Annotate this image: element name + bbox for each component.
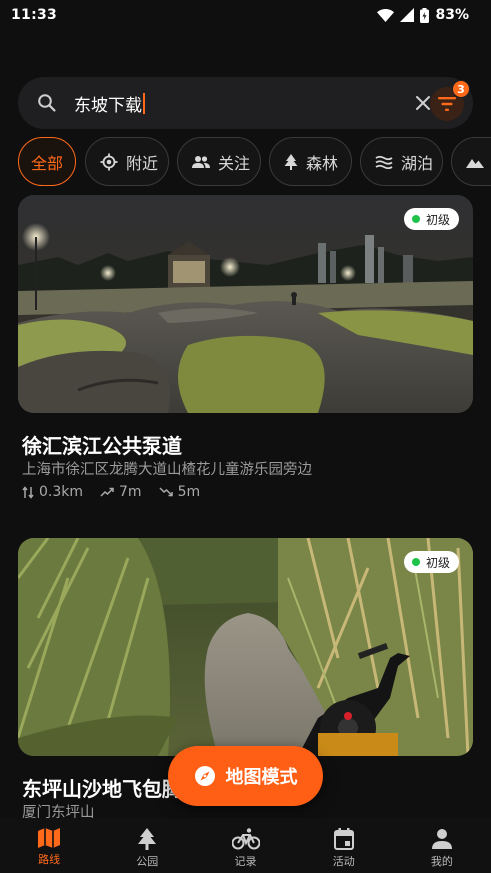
stat-distance: 0.3km (22, 484, 83, 500)
level-badge: 初级 (403, 208, 459, 230)
stat-ascent: 7m (100, 484, 142, 500)
person-icon (431, 829, 452, 849)
nav-label: 记录 (234, 855, 257, 868)
trending-down-icon (159, 487, 173, 497)
map-mode-label: 地图模式 (225, 767, 298, 788)
nav-label: 活动 (332, 855, 355, 868)
trending-up-icon (100, 487, 114, 497)
search-query: 东坡下载 (74, 96, 142, 116)
waves-icon (375, 155, 393, 169)
route-stats: 0.3km 7m 5m (22, 484, 217, 500)
status-time: 11:33 (11, 7, 58, 23)
distance-icon (22, 485, 34, 499)
calendar-icon (333, 828, 354, 850)
route-address: 上海市徐汇区龙腾大道山楂花儿童游乐园旁边 (22, 462, 312, 478)
search-bar[interactable]: 东坡下载 (18, 77, 473, 129)
dirt-trail-photo (18, 538, 473, 756)
nav-records[interactable]: 记录 (196, 818, 294, 873)
text-caret (143, 93, 145, 114)
nav-events[interactable]: 活动 (295, 818, 393, 873)
nav-label: 我的 (430, 855, 453, 868)
people-icon (192, 155, 210, 169)
filter-icon (438, 97, 456, 111)
chip-label: 全部 (30, 153, 63, 173)
stat-descent: 5m (159, 484, 201, 500)
map-icon (38, 828, 61, 848)
route-title[interactable]: 东坪山沙地飞包腾 (22, 773, 182, 802)
tree-icon (284, 153, 298, 170)
nav-profile[interactable]: 我的 (393, 818, 491, 873)
level-label: 初级 (425, 212, 450, 227)
tree-icon (138, 828, 157, 850)
chip-nearby[interactable]: 附近 (85, 137, 169, 186)
route-title[interactable]: 徐汇滨江公共泵道 (22, 430, 182, 459)
battery-icon (420, 7, 430, 23)
chip-mountain[interactable] (451, 137, 491, 186)
compass-icon (194, 766, 215, 786)
app-screen: 11:33 83% 东坡下载 3 全部 附近 关注 森林 湖泊 初级 徐汇滨江公… (0, 0, 491, 873)
nav-parks[interactable]: 公园 (98, 818, 196, 873)
chip-label: 附近 (126, 153, 159, 173)
bottom-nav: 路线 公园 记录 活动 我的 (0, 818, 491, 873)
nav-label: 公园 (136, 855, 159, 868)
level-dot (411, 215, 420, 223)
chip-label: 关注 (218, 153, 251, 173)
chip-forest[interactable]: 森林 (269, 137, 352, 186)
search-input[interactable]: 东坡下载 (74, 91, 145, 116)
chip-lakes[interactable]: 湖泊 (360, 137, 443, 186)
level-label: 初级 (425, 555, 450, 570)
chip-label: 森林 (306, 153, 339, 173)
chip-label: 湖泊 (401, 153, 434, 173)
map-mode-button[interactable]: 地图模式 (168, 746, 323, 806)
descent-value: 5m (177, 484, 201, 500)
nav-routes[interactable]: 路线 (0, 818, 98, 873)
level-badge: 初级 (403, 551, 459, 573)
ascent-value: 7m (119, 484, 142, 500)
nav-label: 路线 (38, 853, 61, 866)
pump-track-photo (18, 195, 473, 413)
bicycle-icon (231, 828, 260, 850)
route-card-image[interactable]: 初级 (18, 195, 473, 413)
chip-following[interactable]: 关注 (177, 137, 261, 186)
status-bar: 11:33 83% (0, 0, 491, 30)
route-card-image[interactable]: 初级 (18, 538, 473, 756)
level-dot (411, 558, 420, 566)
distance-value: 0.3km (39, 484, 84, 500)
mountain-icon (466, 156, 484, 168)
filter-count-badge: 3 (452, 80, 470, 98)
search-icon (38, 94, 56, 112)
status-icons: 83% (377, 7, 469, 23)
location-target-icon (100, 153, 118, 171)
category-chips: 全部 附近 关注 森林 湖泊 (18, 137, 491, 187)
signal-icon (400, 8, 415, 22)
chip-all[interactable]: 全部 (18, 137, 76, 186)
wifi-icon (377, 8, 395, 22)
battery-percent: 83% (435, 7, 469, 23)
